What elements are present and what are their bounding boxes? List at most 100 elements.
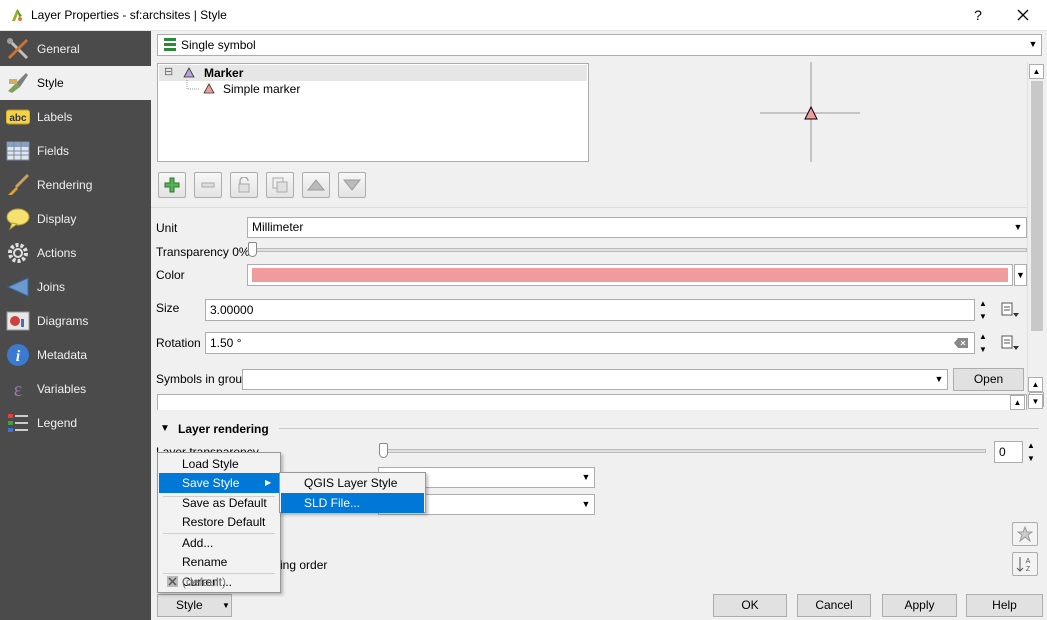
- layer-transparency-slider[interactable]: [384, 449, 986, 453]
- sidebar-item-label: Actions: [37, 246, 77, 260]
- move-up-button[interactable]: [302, 172, 330, 198]
- submenu-arrow-icon: ▶: [265, 478, 272, 487]
- color-label: Color: [156, 268, 185, 282]
- sidebar-item-general[interactable]: General: [0, 32, 151, 66]
- sidebar-item-label: Fields: [37, 144, 70, 158]
- sidebar-item-label: Style: [37, 76, 64, 90]
- size-spinner[interactable]: ▲ ▼: [975, 299, 991, 321]
- rotation-value: 1.50 °: [210, 336, 242, 350]
- menu-item-default[interactable]: (default): [159, 572, 279, 592]
- scroll-up-icon[interactable]: ▲: [1028, 377, 1043, 392]
- menu-item-qgis-style-file[interactable]: QGIS Layer Style File...: [281, 473, 424, 510]
- sidebar-item-legend[interactable]: Legend: [0, 406, 151, 440]
- transparency-slider[interactable]: [253, 248, 1027, 252]
- clear-icon[interactable]: [954, 338, 968, 348]
- rotation-input[interactable]: 1.50 °: [205, 332, 975, 354]
- sidebar-item-label: Labels: [37, 110, 73, 124]
- data-defined-override-icon[interactable]: [1000, 301, 1020, 319]
- menu-item-add[interactable]: Add...: [159, 533, 279, 553]
- draw-effects-button[interactable]: [1012, 522, 1038, 546]
- chevron-down-icon: ▼: [934, 374, 944, 384]
- size-label: Size: [156, 301, 180, 315]
- properties-scrollbar[interactable]: ▲ ▼: [1027, 62, 1045, 407]
- menu-item-save-as-default[interactable]: Save as Default: [159, 493, 279, 513]
- move-down-button[interactable]: [338, 172, 366, 198]
- scroll-thumb[interactable]: [1031, 81, 1043, 331]
- remove-symbol-layer-button[interactable]: [194, 172, 222, 198]
- expand-icon[interactable]: ▼: [160, 423, 170, 434]
- symbols-in-group-label: Symbols in group: [156, 372, 249, 386]
- color-menu-button[interactable]: ▼: [1014, 264, 1027, 286]
- scroll-up-icon[interactable]: ▲: [1029, 64, 1044, 79]
- svg-text:i: i: [16, 348, 21, 365]
- data-defined-override-icon[interactable]: [1000, 334, 1020, 352]
- tree-child-label[interactable]: Simple marker: [223, 82, 300, 96]
- duplicate-icon: [272, 177, 288, 193]
- dropdown-arrow-icon: ▼: [222, 601, 230, 610]
- sidebar-item-display[interactable]: Display: [0, 202, 151, 236]
- join-icon: [5, 275, 31, 299]
- transparency-slider-handle[interactable]: [248, 242, 257, 257]
- apply-button[interactable]: Apply: [882, 594, 957, 617]
- symbol-group-select[interactable]: ▼: [242, 369, 948, 390]
- ok-button[interactable]: OK: [713, 594, 787, 617]
- layer-transparency-spinner[interactable]: ▲ ▼: [1023, 441, 1039, 463]
- menu-item-load-style[interactable]: Load Style: [159, 454, 279, 474]
- rotation-spinner[interactable]: ▲ ▼: [975, 332, 991, 354]
- sidebar-item-labels[interactable]: abc Labels: [0, 100, 151, 134]
- sidebar-item-label: Rendering: [37, 178, 93, 192]
- symbol-list[interactable]: [157, 394, 1027, 410]
- add-symbol-layer-button[interactable]: [158, 172, 186, 198]
- unit-value: Millimeter: [252, 220, 304, 234]
- sidebar-item-variables[interactable]: ε Variables: [0, 372, 151, 406]
- control-order-button[interactable]: AZ: [1012, 552, 1038, 576]
- help-title-button[interactable]: ?: [968, 5, 988, 25]
- collapse-icon[interactable]: ⊟: [164, 65, 173, 78]
- sidebar-item-diagrams[interactable]: Diagrams: [0, 304, 151, 338]
- star-icon: [1017, 526, 1033, 542]
- layer-transparency-input[interactable]: 0: [994, 441, 1023, 463]
- arrow-up-icon: [307, 179, 325, 191]
- sidebar-item-rendering[interactable]: Rendering: [0, 168, 151, 202]
- divider: [279, 428, 1039, 429]
- color-swatch: [252, 268, 1008, 282]
- layer-transparency-handle[interactable]: [379, 443, 388, 458]
- menu-item-label: (default): [182, 575, 227, 589]
- sidebar-item-actions[interactable]: Actions: [0, 236, 151, 270]
- info-icon: i: [5, 343, 31, 367]
- unit-select[interactable]: Millimeter ▼: [247, 217, 1027, 238]
- sidebar-item-style[interactable]: Style: [0, 66, 151, 100]
- menu-item-save-style[interactable]: Save Style ▶: [159, 473, 279, 493]
- sidebar-item-metadata[interactable]: i Metadata: [0, 338, 151, 372]
- lock-layer-button[interactable]: [230, 172, 258, 198]
- duplicate-layer-button[interactable]: [266, 172, 294, 198]
- sidebar: General Style abc Labels Fields Renderin…: [0, 31, 151, 620]
- window-title: Layer Properties - sf:archsites | Style: [31, 8, 227, 22]
- open-library-button[interactable]: Open Library: [953, 368, 1024, 407]
- sidebar-item-fields[interactable]: Fields: [0, 134, 151, 168]
- size-input[interactable]: 3.00000: [205, 299, 975, 321]
- sidebar-item-label: Joins: [37, 280, 66, 294]
- gear-icon: [5, 241, 31, 265]
- cancel-button[interactable]: Cancel: [797, 594, 871, 617]
- menu-item-sld-file[interactable]: SLD File...: [281, 493, 424, 513]
- menu-item-rename-current[interactable]: Rename Current...: [159, 552, 279, 589]
- help-button[interactable]: Help: [966, 594, 1043, 617]
- lock-icon: [238, 177, 250, 193]
- renderer-type-value: Single symbol: [181, 38, 256, 52]
- scroll-down-icon[interactable]: ▼: [1028, 394, 1043, 409]
- menu-item-restore-default[interactable]: Restore Default: [159, 512, 279, 532]
- symbol-tree[interactable]: ⊟ Marker Simple marker: [157, 63, 589, 162]
- tools-icon: [5, 37, 31, 61]
- close-icon[interactable]: [1012, 4, 1034, 26]
- style-menu-button[interactable]: Style ▼: [157, 594, 232, 617]
- scroll-up-icon[interactable]: ▲: [1010, 395, 1025, 410]
- renderer-type-select[interactable]: Single symbol ▼: [157, 34, 1042, 56]
- color-button[interactable]: [247, 264, 1013, 286]
- layer-rendering-header[interactable]: Layer rendering: [178, 422, 269, 436]
- table-icon: [5, 139, 31, 163]
- menu-item-label: Save Style: [182, 476, 240, 490]
- abc-label-icon: abc: [5, 105, 31, 129]
- sidebar-item-joins[interactable]: Joins: [0, 270, 151, 304]
- title-bar: Layer Properties - sf:archsites | Style …: [0, 0, 1047, 31]
